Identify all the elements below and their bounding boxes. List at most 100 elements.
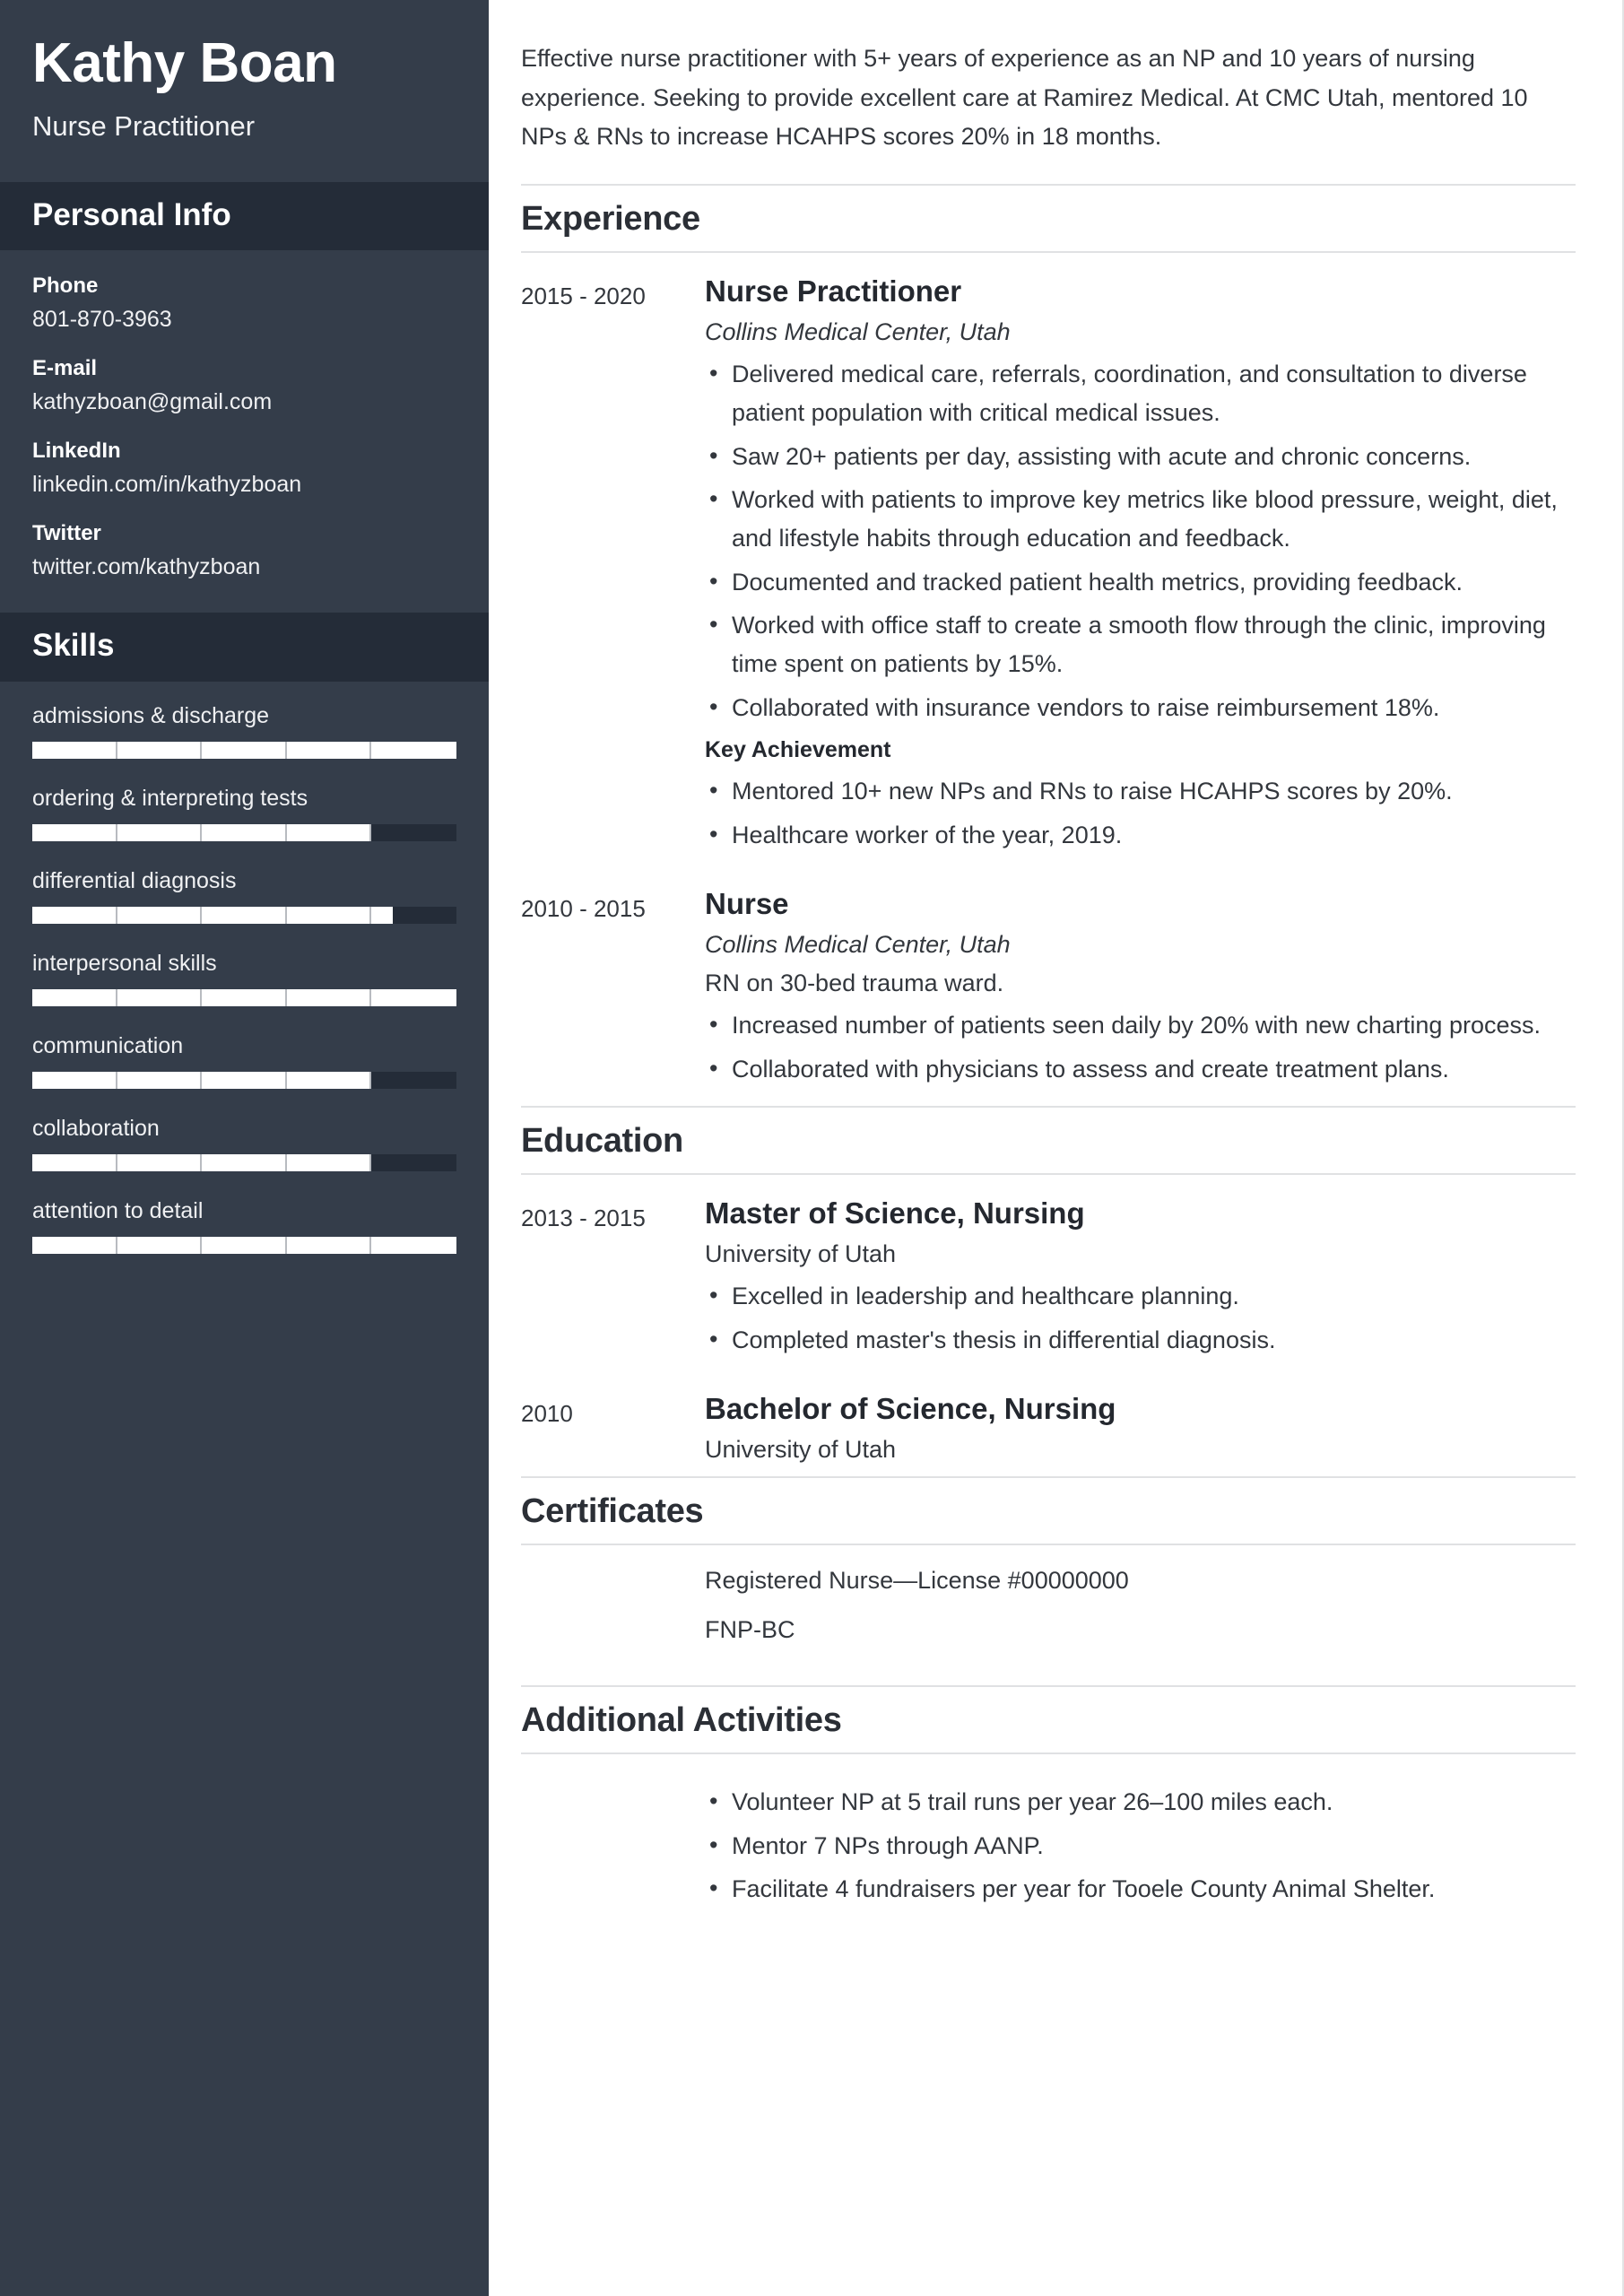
experience-entry: 2010 - 2015 Nurse Collins Medical Center… — [521, 865, 1576, 1100]
skill-progress-bar — [32, 1236, 456, 1254]
additional-activities-section: Additional Activities Volunteer NP at 5 … — [521, 1685, 1576, 1923]
experience-heading: Experience — [521, 184, 1576, 254]
personal-info-heading: Personal Info — [32, 196, 231, 232]
list-item: Saw 20+ patients per day, assisting with… — [705, 437, 1576, 476]
list-item: FNP-BC — [705, 1616, 795, 1644]
skill-label: interpersonal skills — [32, 950, 217, 976]
skill-progress-bar — [32, 823, 456, 841]
education-section: Education 2013 - 2015 Master of Science,… — [521, 1106, 1576, 1469]
activities-list-wrap: Volunteer NP at 5 trail runs per year 26… — [521, 1754, 1576, 1923]
education-entry: 2013 - 2015 Master of Science, Nursing U… — [521, 1175, 1576, 1370]
entry-body: Nurse Collins Medical Center, Utah RN on… — [705, 885, 1576, 1094]
skill-item: differential diagnosis — [32, 868, 456, 924]
list-item: Completed master's thesis in differentia… — [705, 1320, 1576, 1360]
list-item: Increased number of patients seen daily … — [705, 1005, 1576, 1045]
skill-progress-ticks — [32, 1153, 456, 1171]
skill-item: interpersonal skills — [32, 951, 456, 1006]
additional-activities-heading: Additional Activities — [521, 1685, 1576, 1755]
certificates-list: Registered Nurse—License #00000000 FNP-B… — [521, 1545, 1576, 1678]
education-entry: 2010 Bachelor of Science, Nursing Univer… — [521, 1370, 1576, 1469]
entry-dates: 2015 - 2020 — [521, 283, 646, 310]
list-item: Collaborated with insurance vendors to r… — [705, 688, 1576, 727]
contact-item-twitter: Twitter twitter.com/kathyzboan — [32, 521, 456, 580]
contact-label: Phone — [32, 274, 99, 299]
entry-note: RN on 30-bed trauma ward. — [705, 969, 1004, 996]
list-item: Registered Nurse—License #00000000 — [705, 1567, 1129, 1595]
main-content: Effective nurse practitioner with 5+ yea… — [489, 0, 1624, 2296]
skill-progress-bar — [32, 1071, 456, 1089]
skill-progress-bar — [32, 906, 456, 924]
personal-info-list: Phone 801-870-3963 E-mail kathyzboan@gma… — [0, 250, 489, 613]
list-item: Collaborated with physicians to assess a… — [705, 1049, 1576, 1089]
entry-dates: 2010 - 2015 — [521, 894, 646, 922]
skill-progress-ticks — [32, 906, 456, 924]
contact-label: LinkedIn — [32, 439, 121, 464]
contact-label: E-mail — [32, 356, 98, 381]
skill-progress-ticks — [32, 741, 456, 759]
contact-label: Twitter — [32, 521, 101, 546]
list-item: Delivered medical care, referrals, coord… — [705, 354, 1576, 431]
list-item: Healthcare worker of the year, 2019. — [705, 815, 1576, 855]
entry-dates: 2010 — [521, 1399, 573, 1427]
entry-dates: 2013 - 2015 — [521, 1205, 646, 1232]
key-achievement-label: Key Achievement — [705, 737, 891, 763]
skill-label: communication — [32, 1032, 184, 1058]
experience-section: Experience 2015 - 2020 Nurse Practitione… — [521, 184, 1576, 1099]
contact-value-phone[interactable]: 801-870-3963 — [32, 307, 456, 333]
contact-value-twitter[interactable]: twitter.com/kathyzboan — [32, 554, 456, 580]
skills-section-header: Skills — [0, 613, 489, 682]
entry-bullet-list: Delivered medical care, referrals, coord… — [705, 354, 1576, 727]
entry-bullet-list: Excelled in leadership and healthcare pl… — [705, 1276, 1576, 1360]
personal-info-section-header: Personal Info — [0, 181, 489, 251]
skill-item: collaboration — [32, 1116, 456, 1171]
list-item: Documented and tracked patient health me… — [705, 562, 1576, 602]
list-item: Worked with patients to improve key metr… — [705, 480, 1576, 557]
list-item: Mentor 7 NPs through AANP. — [705, 1826, 1576, 1866]
entry-school: University of Utah — [705, 1240, 897, 1268]
certificates-section: Certificates Registered Nurse—License #0… — [521, 1476, 1576, 1678]
entry-bullet-list: Increased number of patients seen daily … — [705, 1005, 1576, 1089]
entry-organization: Collins Medical Center, Utah — [705, 930, 1011, 958]
key-achievement-list: Mentored 10+ new NPs and RNs to raise HC… — [705, 771, 1576, 855]
skill-label: differential diagnosis — [32, 867, 237, 893]
entry-organization: Collins Medical Center, Utah — [705, 318, 1011, 346]
skill-progress-bar — [32, 741, 456, 759]
activities-list: Volunteer NP at 5 trail runs per year 26… — [705, 1782, 1576, 1909]
skill-label: attention to detail — [32, 1197, 204, 1223]
skill-label: collaboration — [32, 1115, 160, 1141]
skill-progress-bar — [32, 988, 456, 1006]
list-item: Worked with office staff to create a smo… — [705, 605, 1576, 683]
skill-label: admissions & discharge — [32, 702, 270, 728]
contact-value-email[interactable]: kathyzboan@gmail.com — [32, 389, 456, 415]
skill-progress-bar — [32, 1153, 456, 1171]
list-item: Mentored 10+ new NPs and RNs to raise HC… — [705, 771, 1576, 811]
skill-progress-ticks — [32, 823, 456, 841]
candidate-job-title: Nurse Practitioner — [32, 109, 256, 142]
professional-summary: Effective nurse practitioner with 5+ yea… — [521, 45, 1528, 151]
entry-role: Nurse Practitioner — [705, 274, 962, 309]
skill-item: communication — [32, 1033, 456, 1089]
entry-body: Nurse Practitioner Collins Medical Cente… — [705, 273, 1576, 859]
entry-role: Nurse — [705, 886, 789, 920]
skill-item: ordering & interpreting tests — [32, 786, 456, 841]
entry-body: Bachelor of Science, Nursing University … — [705, 1390, 1576, 1464]
certificates-heading: Certificates — [521, 1476, 1576, 1546]
entry-body: Master of Science, Nursing University of… — [705, 1195, 1576, 1365]
skill-item: admissions & discharge — [32, 703, 456, 759]
list-item: Volunteer NP at 5 trail runs per year 26… — [705, 1782, 1576, 1822]
resume-page: Kathy Boan Nurse Practitioner Personal I… — [0, 0, 1624, 2296]
skill-item: attention to detail — [32, 1198, 456, 1254]
skill-progress-ticks — [32, 1236, 456, 1254]
contact-item-email: E-mail kathyzboan@gmail.com — [32, 356, 456, 415]
contact-item-phone: Phone 801-870-3963 — [32, 274, 456, 333]
list-item: Facilitate 4 fundraisers per year for To… — [705, 1869, 1576, 1909]
skill-label: ordering & interpreting tests — [32, 785, 308, 811]
candidate-name: Kathy Boan — [32, 32, 337, 94]
contact-value-linkedin[interactable]: linkedin.com/in/kathyzboan — [32, 472, 456, 498]
entry-school: University of Utah — [705, 1436, 897, 1464]
contact-item-linkedin: LinkedIn linkedin.com/in/kathyzboan — [32, 439, 456, 498]
skill-progress-ticks — [32, 1071, 456, 1089]
sidebar: Kathy Boan Nurse Practitioner Personal I… — [0, 0, 489, 2296]
entry-degree: Bachelor of Science, Nursing — [705, 1391, 1116, 1425]
list-item: Excelled in leadership and healthcare pl… — [705, 1276, 1576, 1316]
